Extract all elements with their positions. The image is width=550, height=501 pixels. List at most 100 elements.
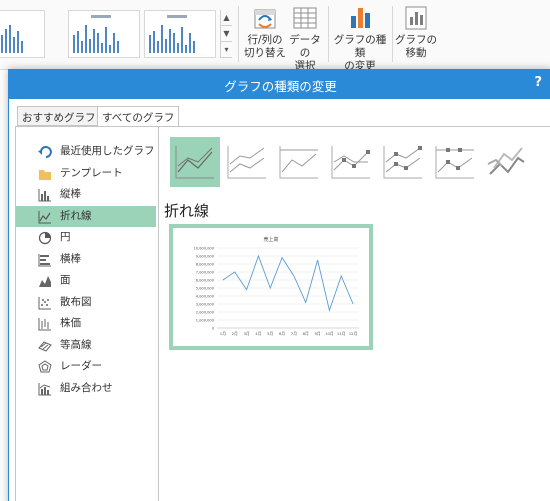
category-bar[interactable]: 横棒 (16, 249, 156, 271)
chart-title: 売上高 (263, 236, 278, 243)
category-column[interactable]: 縦棒 (16, 184, 156, 206)
select-data-icon (289, 4, 321, 32)
pie-chart-icon (38, 231, 52, 245)
help-button[interactable]: ? (534, 75, 542, 90)
line-with-markers-icon[interactable] (326, 137, 376, 187)
move-chart-icon (400, 4, 432, 32)
x-tick-label: 5月 (267, 331, 273, 336)
chart-category-list: 最近使用したグラフ テンプレート 縦棒 折れ線 円 横棒 面 散布図 株価 等高… (16, 141, 156, 399)
dialog-titlebar[interactable]: グラフの種類の変更 ? (9, 70, 550, 99)
subtype-title: 折れ線 (164, 202, 210, 220)
category-recent[interactable]: 最近使用したグラフ (16, 141, 156, 163)
category-label: 株価 (60, 317, 81, 329)
chart-style-thumb[interactable] (68, 10, 140, 58)
y-tick-label: 8,000,000 (196, 263, 215, 267)
chart-style-thumb[interactable] (144, 10, 216, 58)
x-tick-label: 3月 (243, 331, 249, 336)
surface-chart-icon (38, 339, 52, 353)
category-pie[interactable]: 円 (16, 227, 156, 249)
switch-row-column-icon (249, 4, 281, 32)
y-tick-label: 1,000,000 (196, 319, 215, 323)
x-tick-label: 11月 (337, 331, 346, 336)
category-label: 縦棒 (60, 188, 81, 200)
y-tick-label: 9,000,000 (196, 255, 215, 259)
combo-chart-icon (38, 382, 52, 396)
y-tick-label: 2,000,000 (196, 311, 215, 315)
x-tick-label: 6月 (279, 331, 285, 336)
category-templates[interactable]: テンプレート (16, 163, 156, 185)
gallery-scroll[interactable]: ▲ ▼ ▾ (220, 10, 232, 58)
stacked-line-with-markers-icon[interactable] (378, 137, 428, 187)
switch-row-column-label-2: 切り替え (244, 47, 286, 59)
category-surface[interactable]: 等高線 (16, 335, 156, 357)
category-label: 最近使用したグラフ (60, 145, 155, 157)
category-label: 面 (60, 274, 71, 286)
switch-row-column-label-1: 行/列の (247, 34, 283, 46)
ribbon: ▲ ▼ ▾ 行/列の 切り替え データの 選択 グラフの種類 の変更 グラフの … (0, 0, 550, 73)
x-tick-label: 4月 (255, 331, 261, 336)
bar-chart-icon (38, 253, 52, 267)
category-radar[interactable]: レーダー (16, 356, 156, 378)
undo-arrow-icon (38, 145, 52, 159)
select-data-label-1: データの (289, 34, 321, 59)
category-label: 横棒 (60, 252, 81, 265)
category-area[interactable]: 面 (16, 270, 156, 292)
x-tick-label: 7月 (291, 331, 297, 336)
y-tick-label: 10,000,000 (193, 247, 214, 251)
category-label: 円 (60, 231, 71, 243)
percent-stacked-line-with-markers-icon[interactable] (430, 137, 480, 187)
category-label: 散布図 (60, 295, 92, 308)
chart-preview[interactable]: 売上高 0 1,000,000 2,000,000 3,000,000 4,000,00… (169, 224, 373, 350)
dialog-title: グラフの種類の変更 (224, 79, 337, 94)
category-label: 組み合わせ (60, 381, 113, 394)
change-chart-type-dialog: グラフの種類の変更 ? おすすめグラフ すべてのグラフ 最近使用したグラフ テン… (8, 69, 550, 501)
category-combo[interactable]: 組み合わせ (16, 378, 156, 400)
x-tick-label: 1月 (220, 331, 226, 336)
x-tick-label: 12月 (349, 331, 358, 336)
line-chart-icon (38, 210, 52, 224)
category-label: 等高線 (60, 338, 92, 351)
3d-line-icon[interactable] (482, 137, 532, 187)
scroll-down-icon[interactable]: ▼ (221, 26, 232, 42)
percent-stacked-line-icon[interactable] (274, 137, 324, 187)
y-tick-label: 5,000,000 (196, 287, 215, 291)
x-tick-label: 2月 (232, 331, 238, 336)
pane-divider (158, 127, 159, 501)
y-tick-label: 7,000,000 (196, 271, 215, 275)
select-data-button[interactable]: データの 選択 (285, 4, 325, 73)
y-tick-label: 6,000,000 (196, 279, 215, 283)
move-chart-label-2: 移動 (405, 47, 427, 59)
category-line[interactable]: 折れ線 (16, 205, 156, 227)
y-tick-label: 3,000,000 (196, 303, 215, 307)
ribbon-separator (392, 6, 393, 62)
y-tick-label: 4,000,000 (196, 295, 215, 299)
ribbon-separator (238, 6, 239, 62)
area-chart-icon (38, 274, 52, 288)
category-stock[interactable]: 株価 (16, 313, 156, 335)
gallery-more-icon[interactable]: ▾ (221, 42, 232, 58)
scatter-chart-icon (38, 296, 52, 310)
all-charts-pane: 最近使用したグラフ テンプレート 縦棒 折れ線 円 横棒 面 散布図 株価 等高… (15, 126, 550, 501)
ribbon-separator (328, 6, 329, 62)
folder-icon (38, 167, 52, 181)
stacked-line-icon[interactable] (222, 137, 272, 187)
tab-all-charts[interactable]: すべてのグラフ (97, 106, 180, 127)
line-icon[interactable] (170, 137, 220, 187)
move-chart-label-1: グラフの (395, 34, 437, 46)
x-tick-label: 10月 (325, 331, 334, 336)
category-label: 折れ線 (60, 209, 92, 222)
tab-recommended-charts[interactable]: おすすめグラフ (17, 106, 101, 126)
change-chart-type-button[interactable]: グラフの種類 の変更 (330, 4, 390, 73)
category-scatter[interactable]: 散布図 (16, 292, 156, 314)
switch-row-column-button[interactable]: 行/列の 切り替え (244, 4, 286, 60)
y-tick-label: 0 (212, 327, 215, 331)
category-label: テンプレート (60, 166, 123, 179)
change-chart-type-label-1: グラフの種類 (333, 34, 387, 59)
scroll-up-icon[interactable]: ▲ (221, 10, 232, 26)
preview-chart: 売上高 0 1,000,000 2,000,000 3,000,000 4,000,00… (193, 236, 359, 336)
change-chart-type-icon (344, 4, 376, 32)
chart-style-thumb[interactable] (0, 10, 45, 58)
x-tick-label: 8月 (303, 331, 309, 336)
x-tick-label: 9月 (314, 331, 320, 336)
move-chart-button[interactable]: グラフの 移動 (395, 4, 437, 60)
